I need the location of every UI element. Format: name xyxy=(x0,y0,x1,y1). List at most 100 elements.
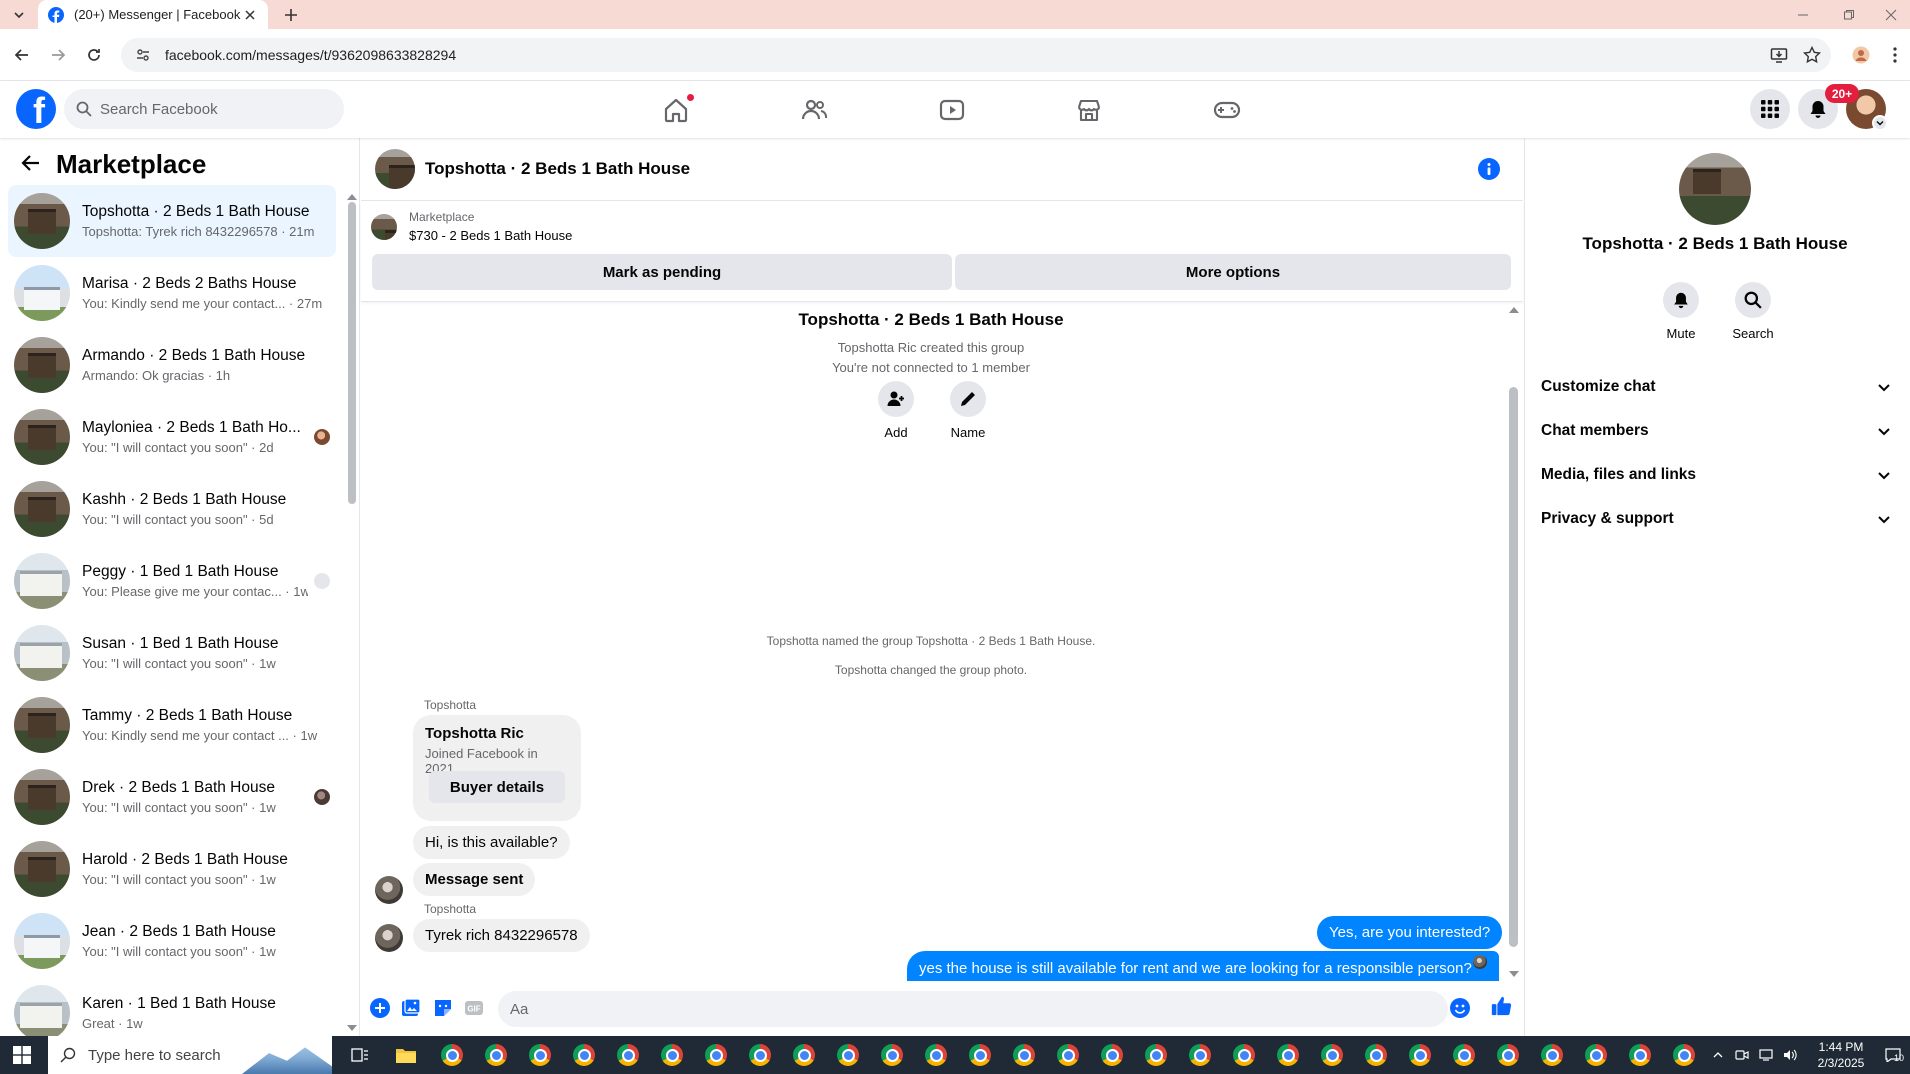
task-view-icon[interactable] xyxy=(346,1041,374,1069)
message-bubble-incoming[interactable]: Message sent xyxy=(413,863,536,896)
chrome-icon[interactable] xyxy=(922,1041,950,1069)
chrome-icon[interactable] xyxy=(702,1041,730,1069)
site-settings-icon[interactable] xyxy=(135,47,151,63)
chrome-icon[interactable] xyxy=(1670,1041,1698,1069)
nav-marketplace[interactable] xyxy=(1033,81,1145,138)
message-bubble-incoming[interactable]: Tyrek rich 8432296578 xyxy=(413,919,590,952)
chrome-icon[interactable] xyxy=(1230,1041,1258,1069)
chrome-icon[interactable] xyxy=(834,1041,862,1069)
browser-tab-messenger[interactable]: (20+) Messenger | Facebook xyxy=(38,0,268,29)
app-icon[interactable] xyxy=(482,1041,510,1069)
conversation-item[interactable]: Susan · 1 Bed 1 Bath House You: "I will c… xyxy=(8,617,336,689)
chevron-up-icon[interactable] xyxy=(1706,1036,1730,1074)
mark-as-pending-button[interactable]: Mark as pending xyxy=(372,254,952,290)
message-bubble-outgoing[interactable]: Yes, are you interested? xyxy=(1317,916,1503,949)
chrome-icon[interactable] xyxy=(1098,1041,1126,1069)
chrome-icon[interactable] xyxy=(1186,1041,1214,1069)
listing-summary[interactable]: Marketplace $730 - 2 Beds 1 Bath House xyxy=(371,210,572,243)
message-bubble-outgoing[interactable]: yes the house is still available for ren… xyxy=(907,951,1499,981)
more-options-button[interactable]: More options xyxy=(955,254,1511,290)
nav-friends[interactable] xyxy=(758,81,870,138)
nav-gaming[interactable] xyxy=(1171,81,1283,138)
add-member-button[interactable]: Add xyxy=(866,381,926,440)
details-section-privacy-support[interactable]: Privacy & support xyxy=(1541,497,1897,541)
chrome-icon[interactable] xyxy=(1494,1041,1522,1069)
chrome-icon[interactable] xyxy=(1274,1041,1302,1069)
scroll-down-arrow-icon[interactable] xyxy=(347,1025,357,1031)
group-avatar[interactable] xyxy=(1679,153,1751,225)
conversation-item[interactable]: Topshotta · 2 Beds 1 Bath House Topshotta… xyxy=(8,185,336,257)
chrome-icon[interactable] xyxy=(966,1041,994,1069)
new-tab-icon[interactable] xyxy=(280,4,302,26)
forward-icon[interactable] xyxy=(43,40,73,70)
details-section-media-files-and-links[interactable]: Media, files and links xyxy=(1541,453,1897,497)
buyer-details-button[interactable]: Buyer details xyxy=(429,771,565,803)
scrollbar-thumb[interactable] xyxy=(1509,387,1518,947)
chrome-icon[interactable] xyxy=(1142,1041,1170,1069)
install-app-icon[interactable] xyxy=(1764,40,1794,70)
conversation-item[interactable]: Jean · 2 Beds 1 Bath House You: "I will c… xyxy=(8,905,336,977)
scroll-up-arrow-icon[interactable] xyxy=(1509,307,1519,313)
file-explorer-icon[interactable] xyxy=(392,1041,420,1069)
conversation-item[interactable]: Peggy · 1 Bed 1 Bath House You: Please gi… xyxy=(8,545,336,617)
details-section-customize-chat[interactable]: Customize chat xyxy=(1541,365,1897,409)
info-icon[interactable] xyxy=(1478,158,1500,180)
action-center-button[interactable]: 10 xyxy=(1876,1036,1910,1074)
chat-title[interactable]: Topshotta · 2 Beds 1 Bath House xyxy=(425,159,690,179)
reload-icon[interactable] xyxy=(79,40,109,70)
restore-icon[interactable] xyxy=(1826,0,1872,29)
emoji-icon[interactable] xyxy=(1449,997,1471,1019)
minimize-icon[interactable] xyxy=(1780,0,1826,29)
taskbar-search[interactable]: Type here to search xyxy=(48,1036,332,1074)
menu-grid-button[interactable] xyxy=(1750,89,1790,129)
conversation-item[interactable]: Karen · 1 Bed 1 Bath House Great · 1w xyxy=(8,977,336,1036)
chrome-icon[interactable] xyxy=(1010,1041,1038,1069)
chat-avatar[interactable] xyxy=(375,149,415,189)
sticker-icon[interactable] xyxy=(432,997,454,1019)
chrome-icon[interactable] xyxy=(1626,1041,1654,1069)
browser-profile-icon[interactable] xyxy=(1846,40,1876,70)
chrome-icon[interactable] xyxy=(570,1041,598,1069)
details-section-chat-members[interactable]: Chat members xyxy=(1541,409,1897,453)
back-icon[interactable] xyxy=(7,40,37,70)
mute-button[interactable]: Mute xyxy=(1651,282,1711,341)
gif-icon[interactable]: GIF xyxy=(463,997,485,1019)
tab-search-dropdown-icon[interactable] xyxy=(8,5,30,25)
chrome-icon[interactable] xyxy=(1362,1041,1390,1069)
chrome-icon[interactable] xyxy=(1054,1041,1082,1069)
scroll-down-arrow-icon[interactable] xyxy=(1509,971,1519,977)
sender-avatar[interactable] xyxy=(375,876,403,904)
sidebar-scrollbar[interactable] xyxy=(347,190,357,1035)
chrome-icon[interactable] xyxy=(1450,1041,1478,1069)
chat-scrollbar[interactable] xyxy=(1506,303,1520,981)
chrome-icon[interactable] xyxy=(1582,1041,1610,1069)
chrome-icon[interactable] xyxy=(1538,1041,1566,1069)
chrome-icon[interactable] xyxy=(1406,1041,1434,1069)
photo-icon[interactable] xyxy=(400,997,422,1019)
conversation-item[interactable]: Marisa · 2 Beds 2 Baths House You: Kindly… xyxy=(8,257,336,329)
chrome-icon[interactable] xyxy=(746,1041,774,1069)
chevron-down-icon[interactable] xyxy=(1872,115,1888,131)
meet-now-icon[interactable] xyxy=(1730,1036,1754,1074)
like-thumbs-up-icon[interactable] xyxy=(1490,995,1512,1017)
sender-avatar[interactable] xyxy=(375,924,403,952)
chrome-icon[interactable] xyxy=(1318,1041,1346,1069)
conversation-item[interactable]: Drek · 2 Beds 1 Bath House You: "I will c… xyxy=(8,761,336,833)
back-arrow-icon[interactable] xyxy=(20,152,44,176)
system-clock[interactable]: 1:44 PM 2/3/2025 xyxy=(1806,1039,1876,1071)
message-bubble-incoming[interactable]: Hi, is this available? xyxy=(413,826,570,859)
volume-icon[interactable] xyxy=(1778,1036,1802,1074)
chrome-icon[interactable] xyxy=(438,1041,466,1069)
nav-video[interactable] xyxy=(896,81,1008,138)
chrome-icon[interactable] xyxy=(526,1041,554,1069)
facebook-logo-icon[interactable]: f xyxy=(16,89,56,129)
chrome-icon[interactable] xyxy=(614,1041,642,1069)
conversation-item[interactable]: Harold · 2 Beds 1 Bath House You: "I will… xyxy=(8,833,336,905)
chrome-icon[interactable] xyxy=(878,1041,906,1069)
address-bar[interactable]: facebook.com/messages/t/9362098633828294 xyxy=(121,38,1831,72)
conversation-item[interactable]: Kashh · 2 Beds 1 Bath House You: "I will … xyxy=(8,473,336,545)
scroll-up-arrow-icon[interactable] xyxy=(347,194,357,200)
bookmark-star-icon[interactable] xyxy=(1797,40,1827,70)
conversation-item[interactable]: Mayloniea · 2 Beds 1 Bath Ho... You: "I w… xyxy=(8,401,336,473)
search-in-chat-button[interactable]: Search xyxy=(1723,282,1783,341)
